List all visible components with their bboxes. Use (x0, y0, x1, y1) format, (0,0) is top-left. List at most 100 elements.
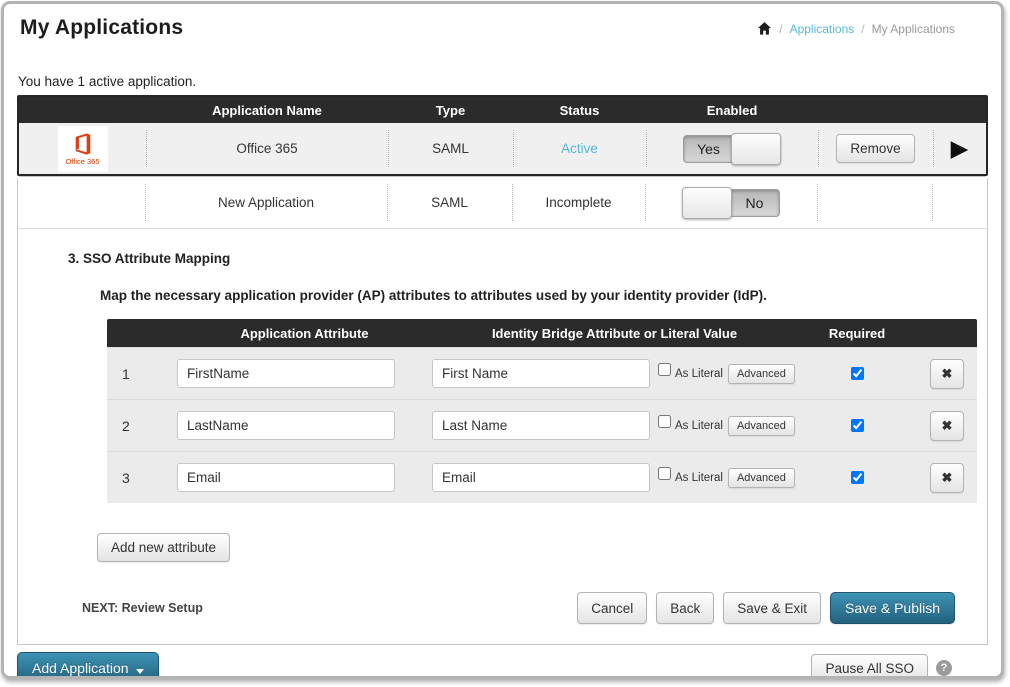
remove-cell: ✖ (917, 463, 977, 493)
app-type: SAML (387, 177, 512, 228)
attribute-mapping-table: Application Attribute Identity Bridge At… (107, 319, 977, 503)
mapping-table-header: Application Attribute Identity Bridge At… (107, 319, 977, 347)
add-application-label: Add Application (32, 660, 129, 676)
col-application-name: Application Name (146, 97, 388, 123)
new-application-section: New Application SAML Incomplete No 3. SS… (17, 176, 988, 645)
as-literal-checkbox[interactable] (658, 415, 671, 428)
save-publish-button[interactable]: Save & Publish (830, 592, 955, 624)
app-actions-cell (817, 177, 932, 228)
idb-attr-cell (432, 359, 652, 388)
toggle-off-label: No (729, 189, 780, 217)
app-type: SAML (388, 123, 513, 174)
advanced-button[interactable]: Advanced (728, 468, 795, 488)
remove-button[interactable]: Remove (836, 134, 914, 163)
toggle-knob (731, 133, 781, 165)
application-row-new: New Application SAML Incomplete No (18, 177, 987, 229)
action-buttons: Cancel Back Save & Exit Save & Publish (577, 592, 955, 624)
home-icon[interactable] (757, 21, 772, 36)
col-enabled: Enabled (646, 97, 818, 123)
sso-attribute-mapping-panel: 3. SSO Attribute Mapping Map the necessa… (18, 229, 987, 644)
bottom-right-group: Pause All SSO ? (811, 654, 952, 680)
app-expand-cell (932, 177, 987, 228)
advanced-button[interactable]: Advanced (728, 364, 795, 384)
application-row-office365: Office 365 Office 365 SAML Active Yes Re… (19, 123, 986, 174)
cancel-button[interactable]: Cancel (577, 592, 647, 624)
as-literal-label: As Literal (675, 368, 723, 380)
identity-bridge-attribute-input[interactable] (432, 411, 650, 440)
mapping-row-1: 1 As Literal Advanced ✖ (107, 347, 977, 399)
pause-all-sso-button[interactable]: Pause All SSO (811, 654, 928, 680)
app-window: My Applications / Applications / My Appl… (1, 1, 1004, 679)
literal-cell: As Literal Advanced (652, 468, 797, 488)
col-type: Type (388, 97, 513, 123)
remove-cell: ✖ (917, 411, 977, 441)
remove-attribute-button[interactable]: ✖ (930, 463, 965, 493)
col-expand (933, 97, 986, 123)
as-literal-checkbox[interactable] (658, 363, 671, 376)
app-status: Active (513, 123, 646, 174)
as-literal-label: As Literal (675, 472, 723, 484)
row-number: 3 (107, 470, 177, 486)
section-title: 3. SSO Attribute Mapping (68, 251, 967, 266)
remove-cell: ✖ (917, 359, 977, 389)
caret-down-icon (136, 669, 144, 674)
add-new-attribute-button[interactable]: Add new attribute (97, 533, 230, 562)
app-icon-cell (18, 177, 145, 228)
breadcrumb-separator: / (861, 22, 864, 36)
app-icon-cell: Office 365 (19, 123, 146, 174)
col-icon (19, 97, 146, 123)
page-header: My Applications / Applications / My Appl… (4, 4, 1001, 60)
col-application-attribute: Application Attribute (177, 326, 432, 341)
breadcrumb-current: My Applications (872, 22, 955, 36)
save-exit-button[interactable]: Save & Exit (723, 592, 821, 624)
col-status: Status (513, 97, 646, 123)
required-cell (797, 468, 917, 487)
expand-arrow-icon[interactable]: ▶ (951, 137, 969, 160)
help-icon[interactable]: ? (936, 660, 952, 676)
idb-attr-cell (432, 463, 652, 492)
idb-attr-cell (432, 411, 652, 440)
application-attribute-input[interactable] (177, 463, 395, 492)
app-enabled-cell: Yes (646, 123, 818, 174)
col-identity-bridge-attribute: Identity Bridge Attribute or Literal Val… (432, 326, 797, 341)
back-button[interactable]: Back (656, 592, 714, 624)
applications-table-header: Application Name Type Status Enabled (19, 97, 986, 123)
applications-table: Application Name Type Status Enabled Off… (17, 95, 988, 176)
required-checkbox[interactable] (851, 471, 864, 484)
enabled-toggle-office365[interactable]: Yes (683, 135, 781, 163)
breadcrumb-separator: / (779, 22, 782, 36)
office-365-logo: Office 365 (58, 126, 108, 172)
remove-attribute-button[interactable]: ✖ (930, 359, 965, 389)
toggle-on-label: Yes (683, 135, 734, 163)
row-number: 1 (107, 366, 177, 382)
required-cell (797, 364, 917, 383)
identity-bridge-attribute-input[interactable] (432, 463, 650, 492)
required-checkbox[interactable] (851, 419, 864, 432)
toggle-knob (682, 187, 732, 219)
application-attribute-input[interactable] (177, 359, 395, 388)
office-365-logo-caption: Office 365 (65, 158, 99, 166)
app-enabled-cell: No (645, 177, 817, 228)
active-apps-summary: You have 1 active application. (18, 74, 1001, 89)
literal-cell: As Literal Advanced (652, 416, 797, 436)
app-status: Incomplete (512, 177, 645, 228)
app-name: New Application (145, 177, 387, 228)
as-literal-checkbox[interactable] (658, 467, 671, 480)
as-literal-label: As Literal (675, 420, 723, 432)
breadcrumb-link-applications[interactable]: Applications (790, 22, 855, 36)
app-actions-cell: Remove (818, 123, 933, 174)
app-attr-cell (177, 463, 432, 492)
mapping-row-2: 2 As Literal Advanced ✖ (107, 399, 977, 451)
col-required: Required (797, 326, 917, 341)
identity-bridge-attribute-input[interactable] (432, 359, 650, 388)
app-expand-cell: ▶ (933, 123, 986, 174)
section-description: Map the necessary application provider (… (100, 288, 967, 303)
enabled-toggle-new-application[interactable]: No (682, 189, 780, 217)
mapping-row-3: 3 As Literal Advanced ✖ (107, 451, 977, 503)
col-actions (818, 97, 933, 123)
application-attribute-input[interactable] (177, 411, 395, 440)
advanced-button[interactable]: Advanced (728, 416, 795, 436)
remove-attribute-button[interactable]: ✖ (930, 411, 965, 441)
add-application-button[interactable]: Add Application (17, 652, 159, 679)
required-checkbox[interactable] (851, 367, 864, 380)
